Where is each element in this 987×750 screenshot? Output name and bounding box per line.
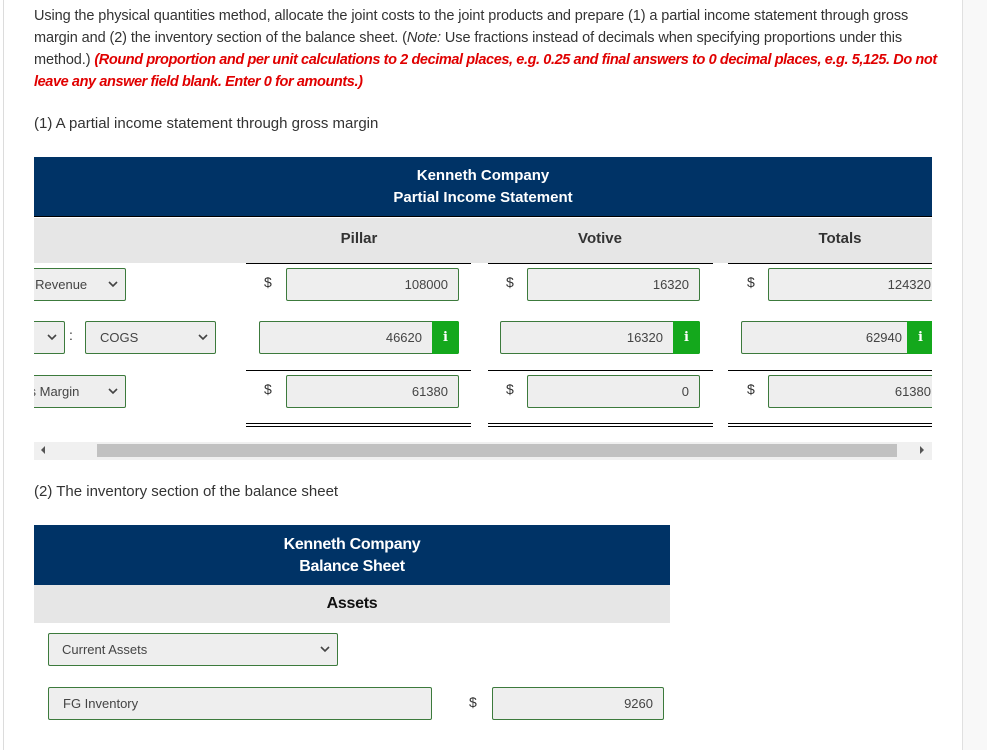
statement-title: Balance Sheet <box>299 558 405 575</box>
input-value: 124320 <box>887 277 931 292</box>
row-label-select-cogs[interactable]: COGS <box>85 321 216 354</box>
part2-heading: (2) The inventory section of the balance… <box>34 483 339 500</box>
currency-symbol: $ <box>264 274 272 290</box>
assets-section-header: Assets <box>34 585 670 623</box>
rounding-instructions: (Round proportion and per unit calculati… <box>34 52 937 90</box>
row-prefix-select-less[interactable] <box>34 321 65 354</box>
total-double-rule <box>728 423 932 427</box>
company-name: Kenneth Company <box>283 536 421 553</box>
balance-sheet-header: Kenneth Company Balance Sheet <box>34 525 670 585</box>
column-header-pillar: Pillar <box>340 230 378 247</box>
input-value: 46620 <box>385 330 422 345</box>
currency-symbol: $ <box>264 381 272 397</box>
table-horizontal-scrollbar[interactable] <box>34 442 932 460</box>
totals-cogs-input[interactable]: 62940 i <box>741 321 932 354</box>
part1-heading: (1) A partial income statement through g… <box>34 115 379 132</box>
total-double-rule <box>488 423 713 427</box>
company-name: Kenneth Company <box>416 167 550 184</box>
currency-symbol: $ <box>506 381 514 397</box>
column-rule <box>246 263 471 264</box>
currency-symbol: $ <box>506 274 514 290</box>
totals-sales-revenue-input[interactable]: 124320 <box>768 268 932 301</box>
input-value: 16320 <box>626 330 663 345</box>
input-value: 61380 <box>894 384 931 399</box>
total-double-rule <box>246 423 471 427</box>
input-value: 0 <box>681 384 689 399</box>
separator-colon: : <box>69 327 73 343</box>
votive-gross-margin-input[interactable]: 0 <box>527 375 700 408</box>
chevron-down-icon <box>198 334 208 341</box>
info-icon[interactable]: i <box>432 321 459 354</box>
input-value: FG Inventory <box>63 696 139 711</box>
select-value: Current Assets <box>62 642 148 657</box>
currency-symbol: $ <box>469 694 477 710</box>
select-value: COGS <box>100 330 139 345</box>
page-scrollbar-gutter[interactable] <box>962 0 987 750</box>
pillar-cogs-input[interactable]: 46620 i <box>259 321 459 354</box>
chevron-down-icon <box>47 334 57 341</box>
pillar-gross-margin-input[interactable]: 61380 <box>286 375 459 408</box>
info-icon[interactable]: i <box>673 321 700 354</box>
column-rule <box>488 263 713 264</box>
column-header-votive: Votive <box>578 230 622 247</box>
votive-sales-revenue-input[interactable]: 16320 <box>527 268 700 301</box>
select-value: s Revenue <box>34 277 88 292</box>
input-value: 61380 <box>411 384 448 399</box>
income-statement-header: Kenneth Company Partial Income Statement <box>34 157 932 217</box>
votive-cogs-input[interactable]: 16320 i <box>500 321 700 354</box>
input-value: 108000 <box>404 277 448 292</box>
column-header-row: Pillar Votive Totals <box>34 218 932 263</box>
row-label-select-gross-margin[interactable]: ss Margin <box>34 375 126 408</box>
input-value: 62940 <box>865 330 902 345</box>
question-instructions: Using the physical quantities method, al… <box>34 5 939 93</box>
scroll-right-arrow-icon[interactable] <box>920 446 924 454</box>
chevron-down-icon <box>108 281 118 288</box>
totals-gross-margin-input[interactable]: 61380 <box>768 375 932 408</box>
fg-inventory-amount-input[interactable]: 9260 <box>492 687 664 720</box>
subtotal-rule <box>246 370 471 371</box>
row-label-select-sales-revenue[interactable]: s Revenue <box>34 268 126 301</box>
pillar-sales-revenue-input[interactable]: 108000 <box>286 268 459 301</box>
subtotal-rule <box>488 370 713 371</box>
fg-inventory-label-input[interactable]: FG Inventory <box>48 687 432 720</box>
income-statement-table: Kenneth Company Partial Income Statement… <box>34 157 932 457</box>
input-value: 9260 <box>624 696 653 711</box>
statement-title: Partial Income Statement <box>393 189 573 206</box>
input-value: 16320 <box>652 277 689 292</box>
scrollbar-thumb[interactable] <box>97 444 897 457</box>
current-assets-select[interactable]: Current Assets <box>48 633 338 666</box>
info-icon[interactable]: i <box>907 321 932 354</box>
page-left-border <box>3 0 4 750</box>
subtotal-rule <box>728 370 932 371</box>
currency-symbol: $ <box>747 381 755 397</box>
chevron-down-icon <box>108 388 118 395</box>
scroll-left-arrow-icon[interactable] <box>41 446 45 454</box>
chevron-down-icon <box>320 646 330 653</box>
select-value: ss Margin <box>34 384 80 399</box>
column-rule <box>728 263 932 264</box>
column-header-totals: Totals <box>818 230 862 247</box>
currency-symbol: $ <box>747 274 755 290</box>
note-label: Note: <box>406 30 441 46</box>
